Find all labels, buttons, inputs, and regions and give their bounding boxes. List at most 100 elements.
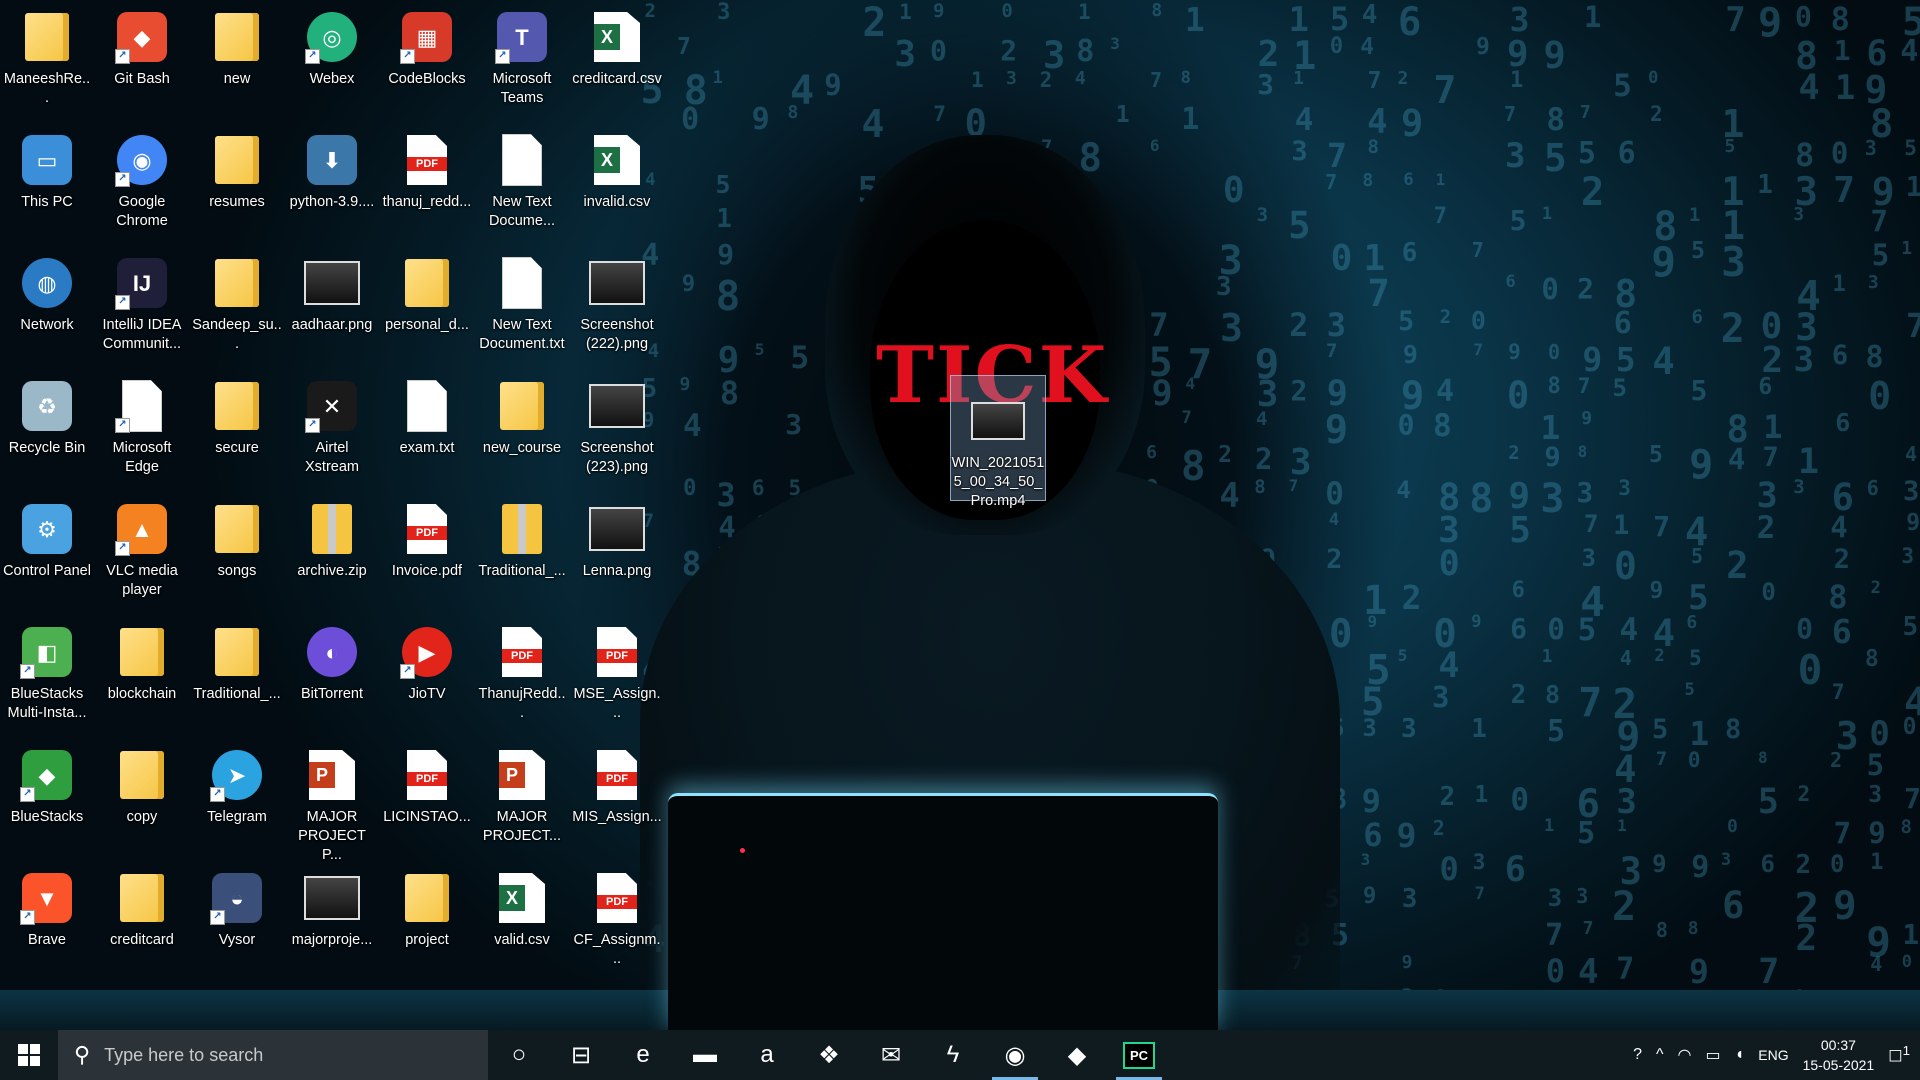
desktop-icon[interactable]: ◎ ↗ Webex: [287, 2, 377, 89]
wallpaper-digit: 0: [1470, 306, 1486, 335]
taskbar-button[interactable]: ✉: [860, 1030, 922, 1080]
desktop-icon[interactable]: majorproje...: [287, 863, 377, 950]
desktop-icon[interactable]: Sandeep_su...: [192, 248, 282, 354]
desktop-icon[interactable]: archive.zip: [287, 494, 377, 581]
wallpaper-digit: 6: [1510, 612, 1528, 645]
desktop-icon[interactable]: ▼ ↗ Brave: [2, 863, 92, 950]
desktop-icon[interactable]: P MAJOR PROJECT...: [477, 740, 567, 846]
taskbar-button[interactable]: e: [612, 1030, 674, 1080]
taskbar-button[interactable]: ◉: [984, 1030, 1046, 1080]
desktop-icon-label: LICINSTAO...: [383, 809, 471, 825]
battery-icon[interactable]: ▭: [1705, 1045, 1720, 1065]
desktop-icon[interactable]: PDF MIS_Assign...: [572, 740, 662, 827]
desktop-icon[interactable]: Xvalid.csv: [477, 863, 567, 950]
desktop-icon[interactable]: songs: [192, 494, 282, 581]
clock[interactable]: 00:37 15-05-2021: [1803, 1035, 1875, 1075]
wallpaper-digit: 9: [1401, 102, 1424, 145]
desktop-icon[interactable]: IJ ↗ IntelliJ IDEA Communit...: [97, 248, 187, 354]
desktop-icon[interactable]: ManeeshRe...: [2, 2, 92, 108]
wallpaper-digit: 3: [1867, 272, 1879, 293]
desktop-icon[interactable]: ◧ ↗ BlueStacks Multi-Insta...: [2, 617, 92, 723]
taskbar-button[interactable]: ◆: [1046, 1030, 1108, 1080]
desktop-icon[interactable]: Traditional_...: [477, 494, 567, 581]
notification-center-icon[interactable]: ☐1: [1888, 1043, 1910, 1066]
desktop-icon[interactable]: ▭ This PC: [2, 125, 92, 212]
taskbar-button[interactable]: ❖: [798, 1030, 860, 1080]
desktop-icon[interactable]: new_course: [477, 371, 567, 458]
desktop-icon[interactable]: Xinvalid.csv: [572, 125, 662, 212]
wallpaper-digit: 7: [1833, 170, 1855, 211]
start-button[interactable]: [0, 1030, 58, 1080]
desktop-icon[interactable]: Screenshot (222).png: [572, 248, 662, 354]
selected-video-file[interactable]: WIN_20210515_00_34_50_Pro.mp4: [950, 375, 1046, 509]
desktop-icon[interactable]: blockchain: [97, 617, 187, 704]
desktop-icon[interactable]: ◍ Network: [2, 248, 92, 335]
input-language[interactable]: ENG: [1758, 1047, 1788, 1063]
wallpaper-digit: 5: [1866, 748, 1885, 782]
desktop-icon[interactable]: ◆ ↗ BlueStacks: [2, 740, 92, 827]
desktop-icon[interactable]: PDF CF_Assignm...: [572, 863, 662, 969]
desktop-icon[interactable]: ➤ ↗ Telegram: [192, 740, 282, 827]
taskbar-button[interactable]: PC: [1108, 1030, 1170, 1080]
help-icon[interactable]: ?: [1633, 1046, 1642, 1064]
powerpoint-file-icon: P: [493, 746, 551, 804]
wallpaper-digit: 2: [1439, 306, 1452, 328]
taskbar-search-box[interactable]: ⚲ Type here to search: [58, 1030, 488, 1080]
desktop-icon[interactable]: Lenna.png: [572, 494, 662, 581]
taskbar-button[interactable]: a: [736, 1030, 798, 1080]
taskbar-button[interactable]: ○: [488, 1030, 550, 1080]
desktop-icon[interactable]: exam.txt: [382, 371, 472, 458]
desktop-icon[interactable]: New Text Docume...: [477, 125, 567, 231]
desktop-icon[interactable]: PDF MSE_Assign...: [572, 617, 662, 723]
desktop-icon[interactable]: ◒ ↗ Vysor: [192, 863, 282, 950]
wallpaper-digit: 2: [1401, 578, 1422, 617]
desktop-icon[interactable]: ⬇ python-3.9....: [287, 125, 377, 212]
volume-icon[interactable]: ◖: [1735, 1046, 1745, 1064]
taskbar-button[interactable]: ⊟: [550, 1030, 612, 1080]
wifi-icon[interactable]: ◠: [1678, 1045, 1692, 1065]
desktop-icon[interactable]: personal_d...: [382, 248, 472, 335]
desktop-icon[interactable]: New Text Document.txt: [477, 248, 567, 354]
wallpaper-digit: 4: [1435, 374, 1455, 409]
desktop-icon[interactable]: ✕ ↗ Airtel Xstream: [287, 371, 377, 477]
desktop-icon[interactable]: ▶ ↗ JioTV: [382, 617, 472, 704]
desktop-icon[interactable]: PDF Invoice.pdf: [382, 494, 472, 581]
desktop-icon[interactable]: aadhaar.png: [287, 248, 377, 335]
show-hidden-icons-chevron-icon[interactable]: ^: [1656, 1046, 1664, 1064]
desktop-icon[interactable]: ⚙ Control Panel: [2, 494, 92, 581]
desktop[interactable]: 2544459746434780994080140179315198983431…: [0, 0, 1920, 1030]
desktop-icon-label: songs: [217, 563, 257, 579]
desktop-icon[interactable]: new: [192, 2, 282, 89]
taskbar-button[interactable]: ϟ: [922, 1030, 984, 1080]
desktop-icon[interactable]: ♻ Recycle Bin: [2, 371, 92, 458]
desktop-icon[interactable]: ↗ Microsoft Edge: [97, 371, 187, 477]
wallpaper-digit: 3: [1618, 476, 1631, 500]
desktop-icon[interactable]: Screenshot (223).png: [572, 371, 662, 477]
desktop-icon[interactable]: ▲ ↗ VLC media player: [97, 494, 187, 600]
desktop-icon[interactable]: ◆ ↗ Git Bash: [97, 2, 187, 89]
desktop-icon[interactable]: T ↗ Microsoft Teams: [477, 2, 567, 108]
desktop-icon[interactable]: PDF thanuj_redd...: [382, 125, 472, 212]
wallpaper-digit: 3: [1216, 272, 1232, 302]
desktop-icon[interactable]: PDF LICINSTAO...: [382, 740, 472, 827]
wallpaper-digit: 3: [716, 476, 736, 514]
desktop-icon[interactable]: resumes: [192, 125, 282, 212]
desktop-icon[interactable]: copy: [97, 740, 187, 827]
desktop-icon[interactable]: Xcreditcard.csv: [572, 2, 662, 89]
desktop-icon[interactable]: Traditional_...: [192, 617, 282, 704]
desktop-icon[interactable]: ◐ BitTorrent: [287, 617, 377, 704]
desktop-icon[interactable]: secure: [192, 371, 282, 458]
wallpaper-digit: 7: [1653, 510, 1671, 543]
desktop-icon[interactable]: P MAJOR PROJECT P...: [287, 740, 377, 865]
desktop-icon[interactable]: ▦ ↗ CodeBlocks: [382, 2, 472, 89]
desktop-icon[interactable]: project: [382, 863, 472, 950]
video-file-icon: [969, 392, 1027, 450]
desktop-icon[interactable]: ◉ ↗ Google Chrome: [97, 125, 187, 231]
wallpaper-digit: 6: [1831, 340, 1849, 371]
edge-shortcut-icon: ↗: [113, 377, 171, 435]
desktop-icon[interactable]: creditcard: [97, 863, 187, 950]
wallpaper-digit: 3: [1220, 306, 1243, 350]
desktop-icon[interactable]: PDF ThanujRedd...: [477, 617, 567, 723]
wallpaper-digit: 9: [1833, 884, 1857, 929]
taskbar-button[interactable]: ▬: [674, 1030, 736, 1080]
